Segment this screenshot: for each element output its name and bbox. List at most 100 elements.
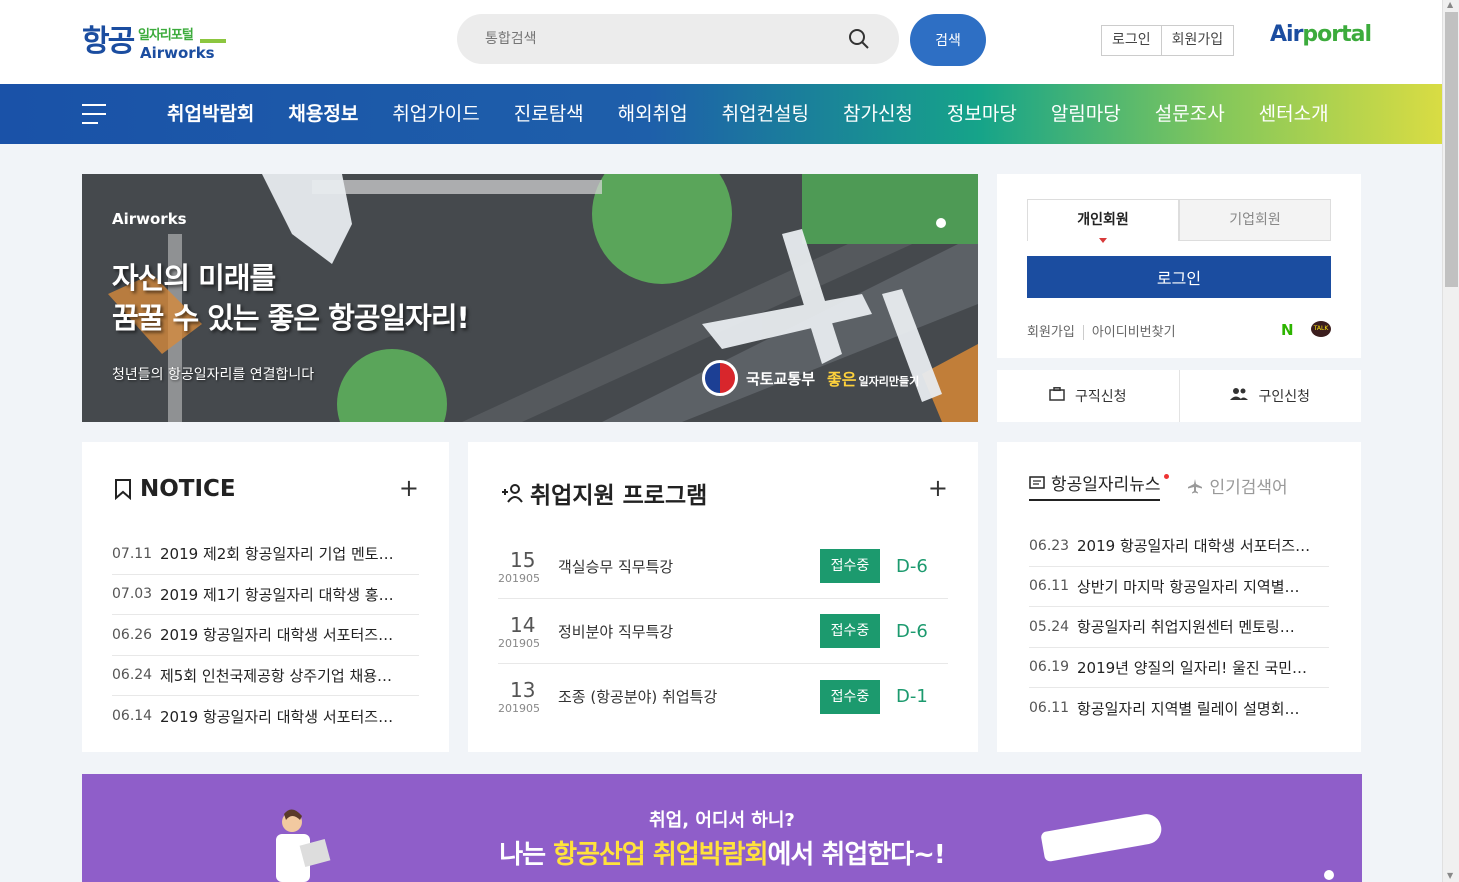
item-title[interactable]: 2019년 양질의 일자리! 울진 국민… [1077,657,1307,678]
nav-item-info[interactable]: 정보마당 [930,84,1034,144]
notice-list: 07.11 2019 제2회 항공일자리 기업 멘토… 07.03 2019 제1기… [112,534,419,737]
scroll-up-icon[interactable]: ▲ [1447,0,1453,9]
program-name[interactable]: 정비분야 직무특강 [558,621,820,642]
new-indicator-dot [1164,474,1170,479]
search-bar [457,14,899,64]
kakao-login-icon[interactable]: TALK [1311,321,1331,337]
program-name[interactable]: 객실승무 직무특강 [558,556,820,577]
item-date: 06.11 [1029,578,1070,595]
list-item[interactable]: 15 201905 객실승무 직무특강 접수중 D-6 [498,534,948,599]
hero-title-line1: 자신의 미래를 [112,261,276,295]
item-title[interactable]: 2019 제2회 항공일자리 기업 멘토… [160,543,394,564]
item-date: 07.03 [112,586,153,603]
list-item[interactable]: 07.03 2019 제1기 항공일자리 대학생 홍… [112,575,419,615]
item-title[interactable]: 2019 항공일자리 대학생 서포터즈… [1077,535,1310,556]
airportal-logo-part1: Air [1270,22,1303,47]
list-item[interactable]: 13 201905 조종 (항공분야) 취업특강 접수중 D-1 [498,664,948,729]
job-offer-button[interactable]: 구인신청 [1178,370,1362,422]
search-input[interactable] [485,26,825,52]
item-title[interactable]: 상반기 마지막 항공일자리 지역별… [1077,576,1300,597]
list-item[interactable]: 06.11 항공일자리 지역별 릴레이 설명회… [1029,688,1329,729]
logo-sub-text: 일자리포털 [138,28,194,43]
menu-icon[interactable] [82,104,106,124]
airportal-logo[interactable]: Airportal [1270,22,1372,47]
list-item[interactable]: 06.11 상반기 마지막 항공일자리 지역별… [1029,567,1329,607]
nav-item-career[interactable]: 진로탐색 [497,84,601,144]
ministry-badge: 국토교통부 좋은 일자리만들기 [702,360,919,396]
logo-main-text: 항공 [82,24,135,59]
signup-link-panel[interactable]: 회원가입 [1027,325,1075,340]
banner-main-highlight: 항공산업 취업박람회 [553,840,768,870]
nav-item-survey[interactable]: 설문조사 [1138,84,1242,144]
item-date: 06.24 [112,667,153,684]
apply-panel: 구직신청 구인신청 [997,370,1361,422]
program-name[interactable]: 조종 (항공분야) 취업특강 [558,686,820,707]
nav-item-guide[interactable]: 취업가이드 [375,84,496,144]
notice-more-icon[interactable]: + [399,474,419,502]
find-account-link[interactable]: 아이디비번찾기 [1082,325,1176,340]
status-badge: 접수중 [820,549,880,583]
program-title-text: 취업지원 프로그램 [530,483,708,509]
tab-popular[interactable]: 인기검색어 [1187,473,1288,498]
jobs-campaign-logo: 좋은 일자리만들기 [827,366,919,390]
item-title[interactable]: 2019 항공일자리 대학생 서포터즈… [160,624,393,645]
dday-label: D-6 [896,620,928,642]
notice-title-text: NOTICE [140,476,236,502]
tab-popular-label: 인기검색어 [1209,478,1288,498]
item-date: 06.19 [1029,659,1070,676]
nav-item-notice[interactable]: 알림마당 [1034,84,1138,144]
program-ym: 201905 [498,636,540,650]
notice-title: NOTICE [114,476,236,502]
nav-item-consulting[interactable]: 취업컨설팅 [705,84,826,144]
item-title[interactable]: 2019 항공일자리 대학생 서포터즈… [160,706,393,727]
item-title[interactable]: 2019 제1기 항공일자리 대학생 홍… [160,584,394,605]
news-list: 06.23 2019 항공일자리 대학생 서포터즈… 06.11 상반기 마지막 항… [1029,526,1329,729]
program-more-icon[interactable]: + [928,474,948,502]
login-button[interactable]: 로그인 [1027,256,1331,298]
list-item[interactable]: 06.14 2019 항공일자리 대학생 서포터즈… [112,696,419,737]
page-scrollbar[interactable]: ▲ ▼ [1442,0,1459,882]
nav-item-overseas[interactable]: 해외취업 [601,84,705,144]
scroll-thumb[interactable] [1445,12,1458,287]
item-title[interactable]: 항공일자리 취업지원센터 멘토링… [1077,616,1295,637]
nav-item-job-fair[interactable]: 취업박람회 [150,84,271,144]
tab-news-label: 항공일자리뉴스 [1051,475,1161,495]
banner-indicator[interactable] [1324,870,1334,880]
tab-company-member[interactable]: 기업회원 [1179,199,1331,241]
search-icon[interactable] [847,27,871,51]
jobs-campaign-brand: 좋은 [827,370,857,389]
login-panel: 개인회원 기업회원 로그인 회원가입 아이디비번찾기 N TALK [997,174,1361,358]
list-item[interactable]: 07.11 2019 제2회 항공일자리 기업 멘토… [112,534,419,575]
signup-link[interactable]: 회원가입 [1160,26,1234,55]
list-item[interactable]: 06.26 2019 항공일자리 대학생 서포터즈… [112,615,419,656]
item-title[interactable]: 제5회 인천국제공항 상주기업 채용… [160,665,392,686]
job-seek-label: 구직신청 [1074,389,1127,405]
item-date: 06.26 [112,626,153,643]
search-button[interactable]: 검색 [910,14,986,66]
job-seek-button[interactable]: 구직신청 [997,370,1179,422]
airplane-icon [1188,478,1203,493]
list-item[interactable]: 14 201905 정비분야 직무특강 접수중 D-6 [498,599,948,664]
bookmark-icon [115,479,131,500]
list-item[interactable]: 06.24 제5회 인천국제공항 상주기업 채용… [112,656,419,696]
people-icon [1230,387,1249,405]
naver-login-icon[interactable]: N [1281,321,1294,339]
tab-news[interactable]: 항공일자리뉴스 [1029,470,1161,501]
login-link[interactable]: 로그인 [1102,26,1161,55]
job-fair-promo-banner[interactable]: 취업, 어디서 하니? 나는 항공산업 취업박람회에서 취업한다~! [82,774,1362,882]
hero-banner[interactable]: Airworks 자신의 미래를 꿈꿀 수 있는 좋은 항공일자리! 청년들의 … [82,174,978,422]
tab-personal-member[interactable]: 개인회원 [1027,199,1179,243]
scroll-down-icon[interactable]: ▼ [1447,871,1453,880]
item-title[interactable]: 항공일자리 지역별 릴레이 설명회… [1077,698,1300,719]
program-date: 14 201905 [498,613,558,650]
site-logo[interactable]: 항공 일자리포털 Airworks [82,20,232,66]
hero-title-line2: 꿈꿀 수 있는 좋은 항공일자리! [112,301,470,335]
list-item[interactable]: 06.23 2019 항공일자리 대학생 서포터즈… [1029,526,1329,567]
nav-item-apply[interactable]: 참가신청 [826,84,930,144]
briefcase-icon [1049,387,1065,405]
nav-item-recruit[interactable]: 채용정보 [271,84,375,144]
nav-item-about[interactable]: 센터소개 [1242,84,1346,144]
slider-indicator[interactable] [936,218,946,228]
list-item[interactable]: 05.24 항공일자리 취업지원센터 멘토링… [1029,607,1329,648]
list-item[interactable]: 06.19 2019년 양질의 일자리! 울진 국민… [1029,648,1329,688]
